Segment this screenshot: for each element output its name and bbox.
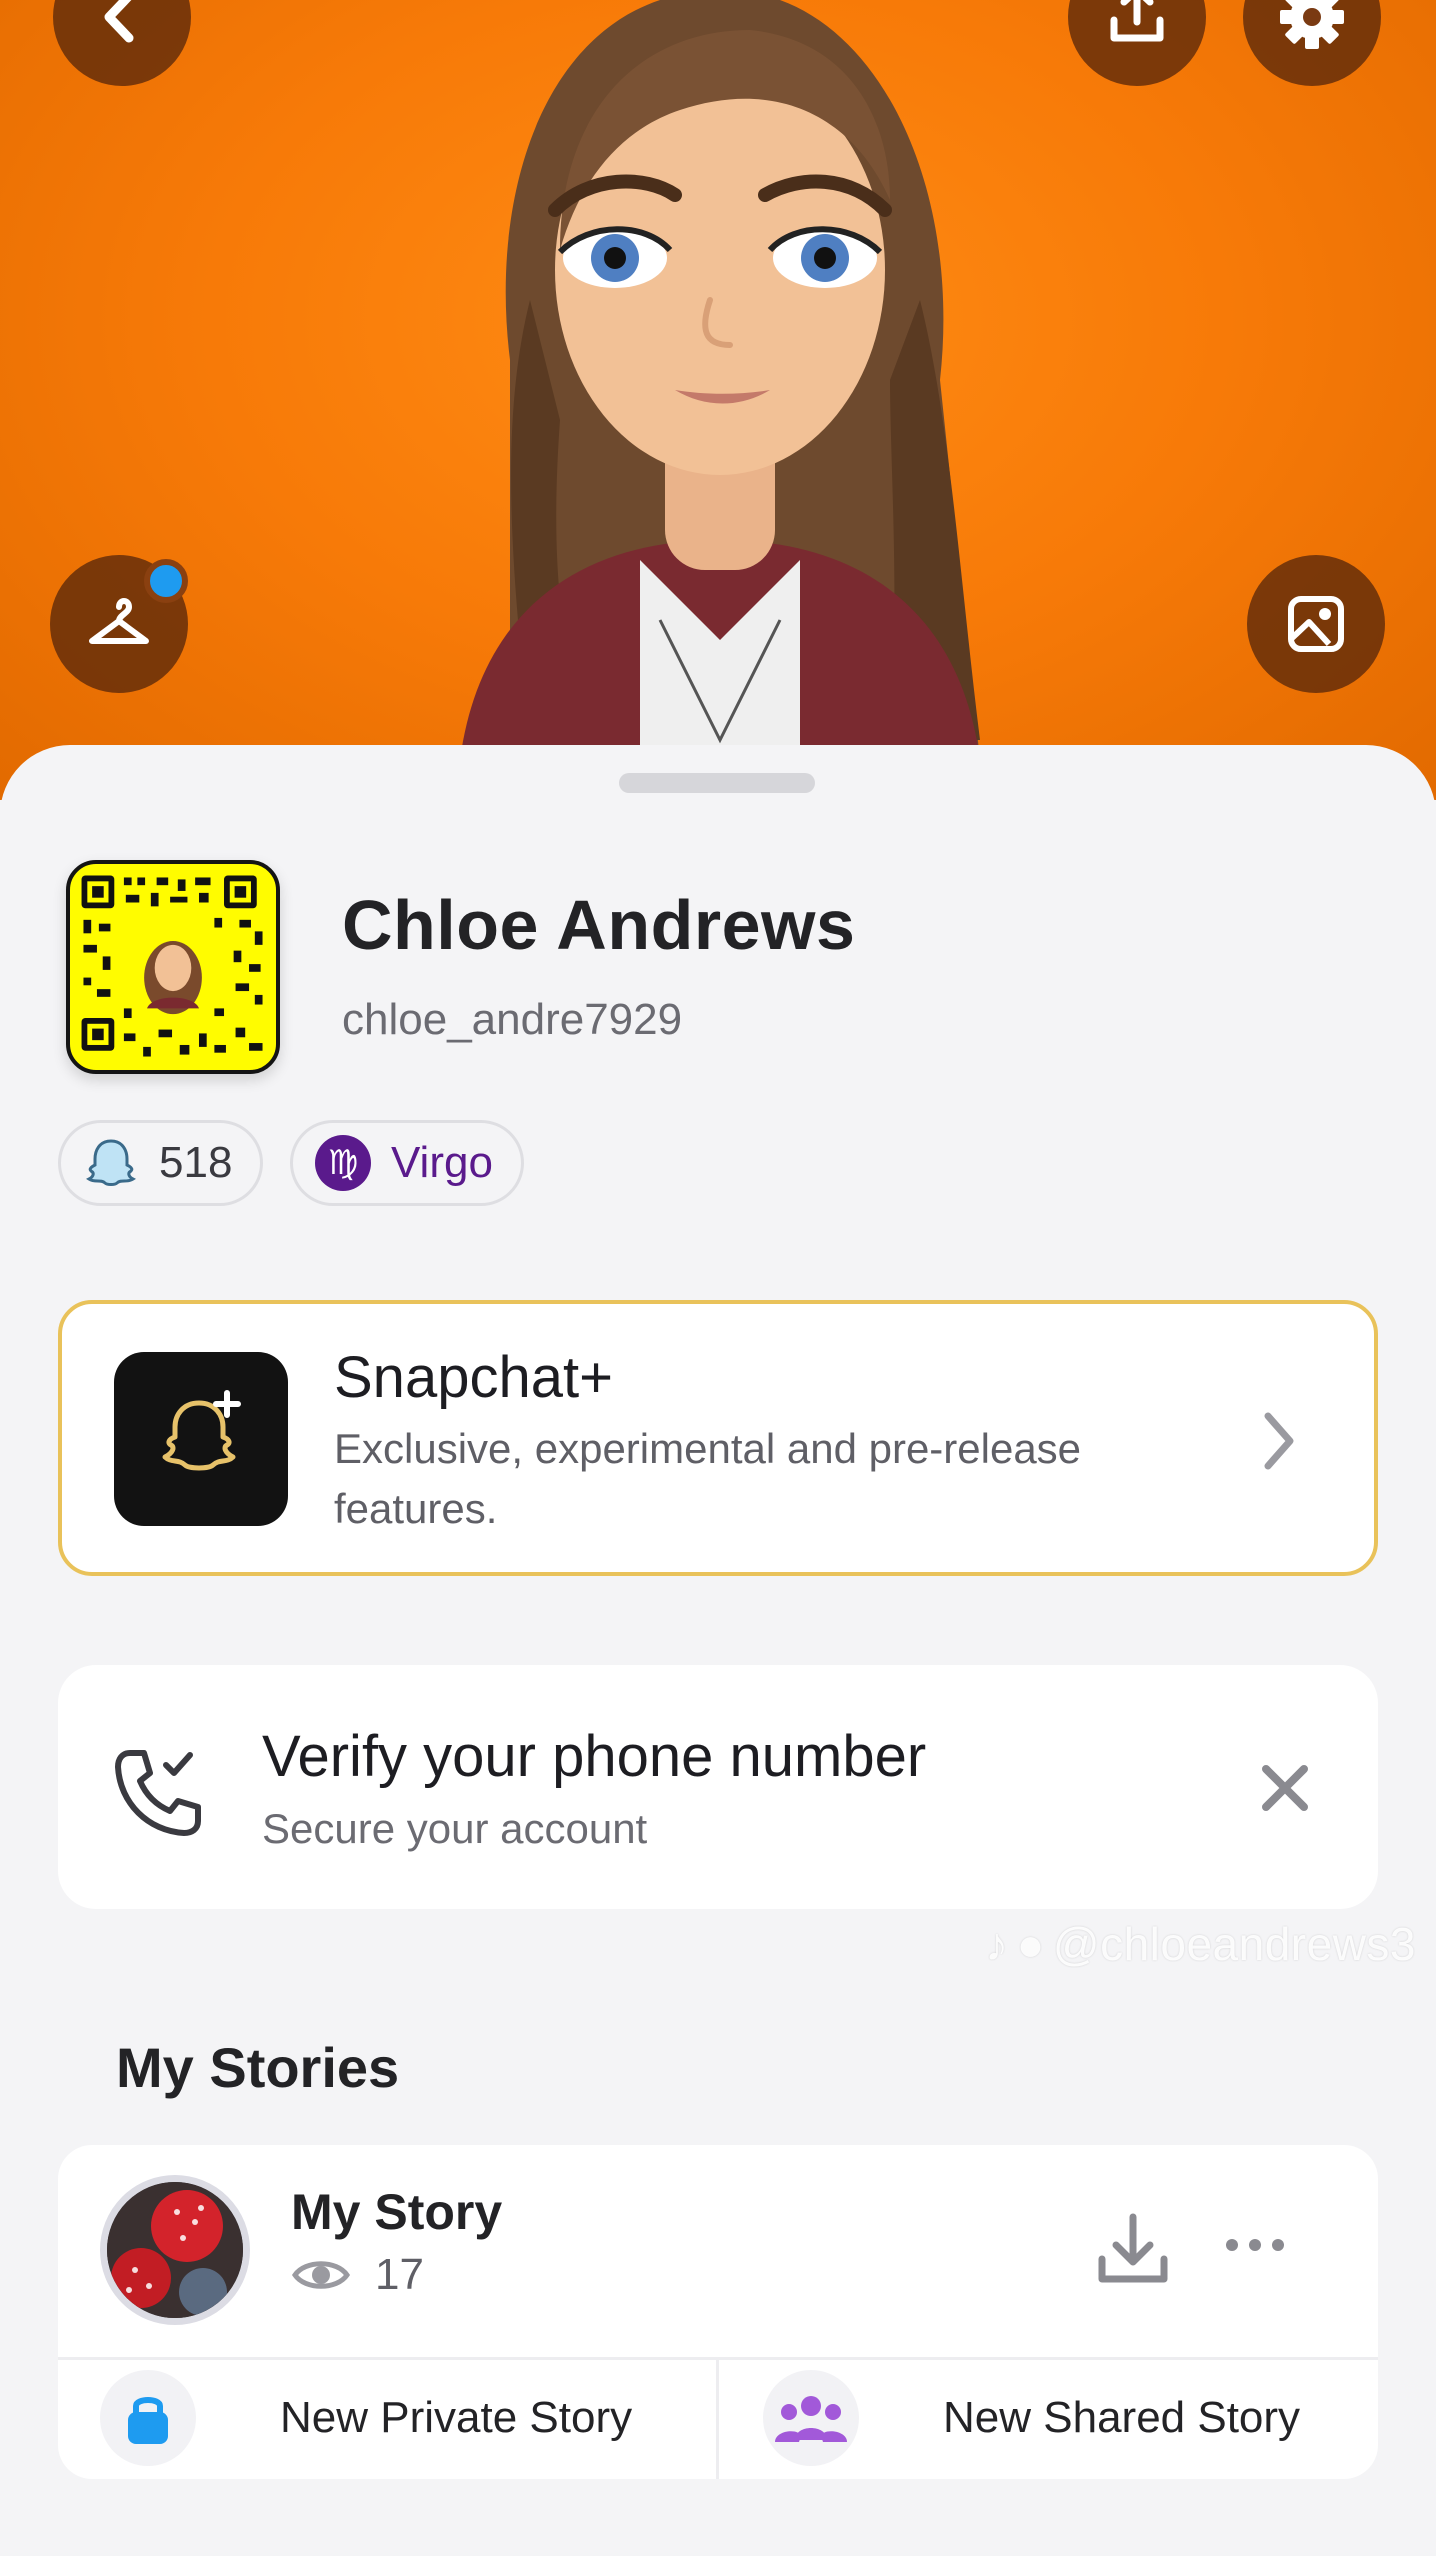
zodiac-label: Virgo	[391, 1138, 493, 1187]
qr-code-icon	[81, 875, 263, 1057]
outfit-button[interactable]	[50, 555, 188, 693]
bitmoji-avatar	[460, 0, 980, 760]
verify-phone-title: Verify your phone number	[262, 1724, 927, 1789]
image-icon	[1288, 596, 1344, 652]
group-icon	[763, 2370, 859, 2466]
zodiac-pill[interactable]: ♍ Virgo	[290, 1120, 524, 1206]
user-icon: ●	[1016, 1918, 1045, 1970]
download-icon[interactable]	[1088, 2205, 1178, 2295]
snapchat-plus-title: Snapchat+	[334, 1345, 613, 1410]
view-count: 17	[375, 2250, 424, 2299]
story-views: 17	[291, 2250, 424, 2300]
profile-sheet: Chloe Andrews chloe_andre7929 518 ♍ Virg…	[0, 745, 1436, 2556]
bitmoji-hero[interactable]	[0, 0, 1436, 800]
username[interactable]: chloe_andre7929	[342, 995, 682, 1045]
sheet-grabber[interactable]	[619, 773, 815, 793]
watermark-handle: @chloeandrews3	[1052, 1918, 1416, 1970]
new-shared-story-button[interactable]: New Shared Story	[763, 2357, 1300, 2479]
upload-icon	[1110, 0, 1164, 42]
my-stories-heading: My Stories	[116, 2036, 400, 2099]
snapcode[interactable]	[66, 860, 280, 1074]
new-private-story-button[interactable]: New Private Story	[100, 2357, 632, 2479]
snapscore-value: 518	[159, 1138, 233, 1187]
gear-icon	[1280, 0, 1344, 49]
snapchat-plus-description: Exclusive, experimental and pre-release …	[334, 1425, 1082, 1532]
new-shared-story-label: New Shared Story	[943, 2393, 1301, 2442]
tiktok-icon: ♪	[985, 1918, 1009, 1970]
phone-check-icon	[115, 1750, 201, 1836]
tiktok-watermark: ♪ ● @chloeandrews3	[985, 1917, 1416, 1971]
snapchat-plus-card[interactable]: Snapchat+ Exclusive, experimental and pr…	[58, 1300, 1378, 1576]
chevron-right-icon	[1264, 1412, 1294, 1470]
divider	[716, 2357, 719, 2479]
more-options-icon[interactable]	[1220, 2225, 1290, 2265]
display-name: Chloe Andrews	[342, 886, 856, 964]
settings-button[interactable]	[1243, 0, 1381, 86]
selfie-button[interactable]	[1247, 555, 1385, 693]
verify-phone-card[interactable]: Verify your phone number Secure your acc…	[58, 1665, 1378, 1909]
my-story-title[interactable]: My Story	[291, 2183, 502, 2241]
close-icon[interactable]	[1252, 1755, 1318, 1821]
hanger-icon	[89, 598, 149, 644]
lock-icon	[100, 2370, 196, 2466]
my-stories-card: My Story 17 New Private Story New Shared…	[58, 2145, 1378, 2479]
ghost-icon	[83, 1135, 139, 1191]
share-profile-button[interactable]	[1068, 0, 1206, 86]
chevron-left-icon	[104, 0, 134, 43]
back-button[interactable]	[53, 0, 191, 86]
virgo-icon: ♍	[315, 1135, 371, 1191]
story-thumbnail[interactable]	[100, 2175, 250, 2325]
new-private-story-label: New Private Story	[280, 2393, 633, 2442]
verify-phone-subtitle: Secure your account	[262, 1805, 648, 1852]
snapscore-pill[interactable]: 518	[58, 1120, 264, 1206]
eye-icon	[291, 2261, 351, 2289]
snapchat-plus-icon	[114, 1352, 288, 1526]
notification-dot	[144, 559, 188, 603]
